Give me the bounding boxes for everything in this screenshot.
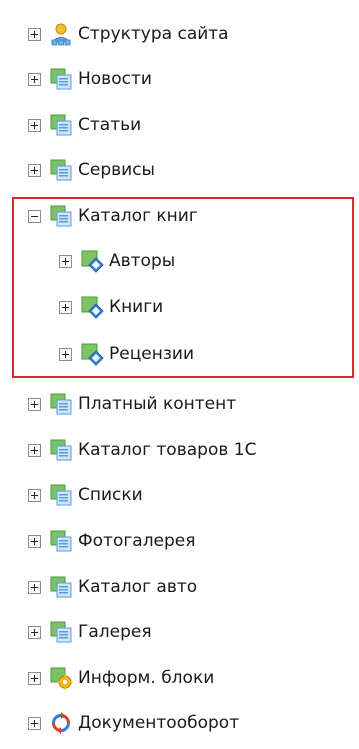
- tree-item-label: Платный контент: [78, 394, 237, 414]
- expand-toggle-icon[interactable]: [59, 254, 72, 268]
- iblock-icon: [80, 249, 104, 273]
- expand-toggle-icon[interactable]: [28, 625, 41, 639]
- iblock-type-icon: [49, 483, 73, 507]
- tree-item-lists[interactable]: Списки: [28, 480, 143, 510]
- tree-item-reviews[interactable]: Рецензии: [59, 339, 194, 369]
- iblock-type-icon: [49, 67, 73, 91]
- tree-item-label: Новости: [78, 69, 152, 89]
- expand-toggle-icon[interactable]: [28, 716, 41, 730]
- tree-item-label: Каталог авто: [78, 577, 198, 597]
- iblock-type-icon: [49, 620, 73, 644]
- tree-item-iblocks[interactable]: Информ. блоки: [28, 663, 214, 693]
- tree-item-label: Информ. блоки: [78, 668, 215, 688]
- tree-item-workflow[interactable]: Документооборот: [28, 708, 239, 738]
- tree-item-label: Статьи: [78, 115, 142, 135]
- expand-toggle-icon[interactable]: [28, 163, 41, 177]
- iblock-settings-icon: [49, 666, 73, 690]
- tree-item-label: Книги: [109, 297, 164, 317]
- collapse-toggle-icon[interactable]: [28, 209, 41, 223]
- iblock-icon: [80, 295, 104, 319]
- expand-toggle-icon[interactable]: [28, 580, 41, 594]
- tree-item-label: Фотогалерея: [78, 531, 196, 551]
- expand-toggle-icon[interactable]: [28, 534, 41, 548]
- tree-item-paid-content[interactable]: Платный контент: [28, 389, 236, 419]
- expand-toggle-icon[interactable]: [28, 118, 41, 132]
- iblock-type-icon: [49, 113, 73, 137]
- expand-toggle-icon[interactable]: [59, 300, 72, 314]
- tree-item-label: Списки: [78, 485, 143, 505]
- tree-item-authors[interactable]: Авторы: [59, 246, 175, 276]
- tree-item-site-structure[interactable]: Структура сайта: [28, 19, 229, 49]
- iblock-type-icon: [49, 204, 73, 228]
- tree-item-label: Каталог товаров 1С: [78, 440, 257, 460]
- tree-item-gallery[interactable]: Галерея: [28, 617, 152, 647]
- iblock-type-icon: [49, 438, 73, 462]
- expand-toggle-icon[interactable]: [28, 488, 41, 502]
- tree-item-services[interactable]: Сервисы: [28, 155, 155, 185]
- tree-item-news[interactable]: Новости: [28, 64, 152, 94]
- workflow-icon: [49, 711, 73, 735]
- expand-toggle-icon[interactable]: [28, 443, 41, 457]
- tree-item-label: Галерея: [78, 622, 152, 642]
- expand-toggle-icon[interactable]: [28, 72, 41, 86]
- iblock-type-icon: [49, 529, 73, 553]
- tree-item-label: Документооборот: [78, 713, 240, 733]
- expand-toggle-icon[interactable]: [59, 347, 72, 361]
- tree-item-photo-gallery[interactable]: Фотогалерея: [28, 526, 196, 556]
- expand-toggle-icon[interactable]: [28, 397, 41, 411]
- iblock-type-icon: [49, 392, 73, 416]
- tree-item-label: Каталог книг: [78, 206, 198, 226]
- site-structure-icon: [49, 22, 73, 46]
- tree-item-label: Структура сайта: [78, 24, 229, 44]
- tree-item-books[interactable]: Книги: [59, 292, 163, 322]
- tree-item-label: Сервисы: [78, 160, 155, 180]
- menu-tree: Структура сайта Новости Статьи Сервисы К…: [0, 0, 359, 749]
- tree-item-label: Авторы: [109, 251, 176, 271]
- tree-item-book-catalog[interactable]: Каталог книг: [28, 201, 198, 231]
- expand-toggle-icon[interactable]: [28, 27, 41, 41]
- iblock-type-icon: [49, 158, 73, 182]
- tree-item-auto-catalog[interactable]: Каталог авто: [28, 572, 197, 602]
- tree-item-product-catalog-1c[interactable]: Каталог товаров 1С: [28, 435, 256, 465]
- iblock-icon: [80, 342, 104, 366]
- tree-item-label: Рецензии: [109, 344, 194, 364]
- tree-item-articles[interactable]: Статьи: [28, 110, 141, 140]
- iblock-type-icon: [49, 575, 73, 599]
- expand-toggle-icon[interactable]: [28, 671, 41, 685]
